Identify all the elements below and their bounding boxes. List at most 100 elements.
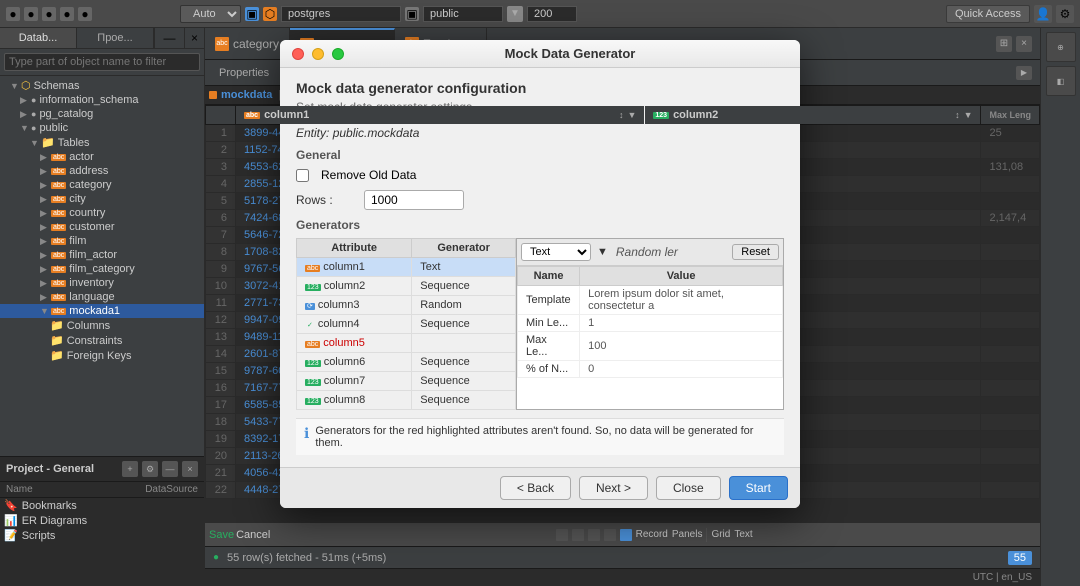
- sub-tab-properties[interactable]: Properties: [209, 65, 279, 81]
- locale-text: UTC | en_US: [973, 572, 1032, 583]
- tree-item-customer[interactable]: ▶ abc customer: [0, 220, 204, 234]
- col-generator: Generator: [412, 239, 516, 258]
- status-ok-icon: ●: [213, 552, 219, 563]
- tab-icon-category: abc: [215, 37, 229, 51]
- connection-input[interactable]: [281, 6, 401, 22]
- project-close-btn[interactable]: ×: [182, 461, 198, 477]
- status-bar: ● 55 row(s) fetched - 51ms (+5ms) 55: [205, 546, 1040, 568]
- start-button[interactable]: Start: [729, 476, 788, 500]
- rp-btn-2[interactable]: ◧: [1046, 66, 1076, 96]
- tab-close-panel-btn[interactable]: ×: [1016, 36, 1032, 52]
- props-row: Min Le...1: [518, 315, 783, 332]
- tree-item-film[interactable]: ▶ abc film: [0, 234, 204, 248]
- project-bookmarks[interactable]: 🔖 Bookmarks: [0, 498, 204, 513]
- project-name-col: Name: [6, 484, 145, 495]
- toolbar-icon-6: ▣: [245, 7, 259, 21]
- traffic-light-maximize[interactable]: [332, 48, 344, 60]
- value-input[interactable]: [527, 6, 577, 22]
- sidebar-tab-project[interactable]: Прое...: [77, 28, 154, 48]
- rows-input[interactable]: [364, 190, 464, 210]
- tree-item-schemas[interactable]: ▼ ⬡ Schemas: [0, 78, 204, 93]
- gen-table-row[interactable]: ✓column4Sequence: [297, 315, 516, 334]
- tree-item-constraints[interactable]: 📁 Constraints: [0, 333, 204, 348]
- text-btn[interactable]: Text: [734, 529, 752, 540]
- next-button[interactable]: Next >: [579, 476, 648, 500]
- tree-item-public[interactable]: ▼ ● public: [0, 121, 204, 135]
- project-btn2[interactable]: ⚙: [142, 461, 158, 477]
- auto-dropdown[interactable]: Auto: [180, 5, 241, 23]
- tree-item-tables[interactable]: ▼ 📁 Tables: [0, 135, 204, 150]
- modal-generators-label: Generators: [296, 218, 784, 232]
- traffic-light-close[interactable]: [292, 48, 304, 60]
- save-btn[interactable]: Save: [209, 529, 234, 541]
- tab-expand-btn[interactable]: ⊞: [996, 36, 1012, 52]
- exp-inventory: ▶: [40, 278, 50, 289]
- tree-item-mockada1[interactable]: ▼ abc mockada1: [0, 304, 204, 318]
- rp-btn-1[interactable]: ⊕: [1046, 32, 1076, 62]
- gen-type-select[interactable]: Text: [521, 243, 591, 261]
- record-btn[interactable]: Record: [636, 529, 668, 540]
- props-col-name: Name: [518, 267, 580, 286]
- project-btn3[interactable]: —: [162, 461, 178, 477]
- gen-table-row[interactable]: abccolumn5: [297, 334, 516, 353]
- cancel-btn[interactable]: Cancel: [236, 529, 270, 541]
- bottom-toolbar: Save Cancel Record Panels Grid Text: [205, 522, 1040, 546]
- col-attribute: Attribute: [297, 239, 412, 258]
- project-scripts[interactable]: 📝 Scripts: [0, 528, 204, 543]
- exp-language: ▶: [40, 292, 50, 303]
- gen-table-row[interactable]: ⟳column3Random: [297, 296, 516, 315]
- exp-address: ▶: [40, 166, 50, 177]
- project-er-diagrams[interactable]: 📊 ER Diagrams: [0, 513, 204, 528]
- tree-item-film-actor[interactable]: ▶ abc film_actor: [0, 248, 204, 262]
- remove-old-data-checkbox[interactable]: [296, 169, 309, 182]
- toolbar-icon-9: 👤: [1034, 5, 1052, 23]
- tab-label-category: category: [233, 37, 279, 51]
- tree-item-category[interactable]: ▶ abc category: [0, 178, 204, 192]
- quick-access-button[interactable]: Quick Access: [946, 5, 1030, 23]
- toolbar-icon-10: ⚙: [1056, 5, 1074, 23]
- gen-props-table: Name Value TemplateLorem ipsum dolor sit…: [517, 266, 783, 378]
- tree-item-foreign-keys[interactable]: 📁 Foreign Keys: [0, 348, 204, 363]
- tree-item-info-schema[interactable]: ▶ ● information_schema: [0, 93, 204, 107]
- gen-table-row[interactable]: 123column8Sequence: [297, 391, 516, 410]
- sidebar-close-btn[interactable]: ×: [184, 28, 204, 48]
- right-panel-btn[interactable]: ▶: [1016, 66, 1032, 80]
- nav-next-btn[interactable]: [588, 529, 600, 541]
- nav-first-btn[interactable]: [556, 529, 568, 541]
- nav-prev-btn[interactable]: [572, 529, 584, 541]
- tree-item-pg-catalog[interactable]: ▶ ● pg_catalog: [0, 107, 204, 121]
- traffic-light-minimize[interactable]: [312, 48, 324, 60]
- col-header-column1[interactable]: abc column1 ↕ ▼: [236, 106, 645, 125]
- project-add-btn[interactable]: +: [122, 461, 138, 477]
- schema-input[interactable]: [423, 6, 503, 22]
- tab-category[interactable]: abc category: [205, 28, 290, 59]
- gen-table-row[interactable]: 123column6Sequence: [297, 353, 516, 372]
- close-button[interactable]: Close: [656, 476, 721, 500]
- add-record-btn[interactable]: [620, 529, 632, 541]
- tree-item-columns[interactable]: 📁 Columns: [0, 318, 204, 333]
- tree-item-language[interactable]: ▶ abc language: [0, 290, 204, 304]
- rows-label: Rows :: [296, 193, 356, 207]
- tree-item-actor[interactable]: ▶ abc actor: [0, 150, 204, 164]
- grid-btn[interactable]: Grid: [711, 529, 730, 540]
- tree-item-inventory[interactable]: ▶ abc inventory: [0, 276, 204, 290]
- generators-container: Attribute Generator abccolumn1Text123col…: [296, 238, 784, 410]
- exp-film-category: ▶: [40, 264, 50, 275]
- tree-item-film-category[interactable]: ▶ abc film_category: [0, 262, 204, 276]
- tree-item-city[interactable]: ▶ abc city: [0, 192, 204, 206]
- sidebar-minimize-btn[interactable]: —: [154, 28, 184, 48]
- tree-item-address[interactable]: ▶ abc address: [0, 164, 204, 178]
- sidebar-tab-database[interactable]: Datab...: [0, 28, 77, 48]
- sidebar-search-input[interactable]: [4, 53, 200, 71]
- back-button[interactable]: < Back: [500, 476, 571, 500]
- col-header-column2[interactable]: 123 column2 ↕ ▼: [645, 106, 981, 125]
- expand-icon-tables: ▼: [30, 138, 40, 148]
- panels-btn[interactable]: Panels: [672, 529, 703, 540]
- expand-icon-public: ▼: [20, 123, 30, 133]
- gen-reset-button[interactable]: Reset: [732, 244, 779, 260]
- gen-table-row[interactable]: 123column2Sequence: [297, 277, 516, 296]
- gen-table-row[interactable]: 123column7Sequence: [297, 372, 516, 391]
- nav-last-btn[interactable]: [604, 529, 616, 541]
- tree-item-country[interactable]: ▶ abc country: [0, 206, 204, 220]
- gen-table-row[interactable]: abccolumn1Text: [297, 258, 516, 277]
